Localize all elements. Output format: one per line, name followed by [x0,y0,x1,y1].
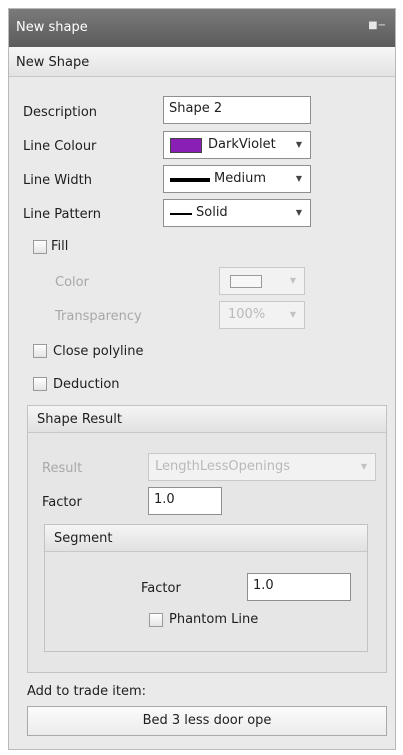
transparency-value: 100% [228,307,266,322]
description-input[interactable]: Shape 2 [163,96,311,124]
fill-color-swatch [230,275,262,288]
phantom-line-checkbox[interactable] [149,613,163,627]
fill-checkbox[interactable] [33,240,47,254]
result-select[interactable]: LengthLessOpenings ▼ [148,453,376,481]
factor-input[interactable]: 1.0 [148,487,222,515]
fill-color-select[interactable]: ▼ [219,267,305,295]
panel-titlebar: New shape ■− [9,9,395,47]
chevron-down-icon: ▼ [360,462,367,471]
section-header: New Shape [9,47,395,77]
add-to-trade-label: Add to trade item: [27,684,147,699]
color-label: Color [55,275,89,290]
factor-value: 1.0 [154,492,175,507]
panel-title: New shape [16,20,88,35]
shape-result-title: Shape Result [37,412,123,427]
line-colour-label: Line Colour [23,139,97,154]
chevron-down-icon: ▼ [295,208,302,217]
chevron-down-icon: ▼ [295,140,302,149]
transparency-select[interactable]: 100% ▼ [219,301,305,329]
line-width-value: Medium [214,171,266,186]
factor-label: Factor [42,495,82,510]
line-width-preview [170,178,210,182]
line-pattern-value: Solid [196,205,228,220]
line-colour-select[interactable]: DarkViolet ▼ [163,131,311,159]
chevron-down-icon: ▼ [295,174,302,183]
line-pattern-preview [170,213,192,215]
description-value: Shape 2 [169,101,223,116]
segment-title: Segment [54,531,113,546]
close-polyline-label: Close polyline [53,344,144,359]
chevron-down-icon: ▼ [289,276,296,285]
transparency-label: Transparency [55,309,142,324]
new-shape-panel: New shape ■− New Shape Description Shape… [8,8,396,750]
line-width-label: Line Width [23,173,92,188]
fill-label: Fill [51,239,69,254]
segment-factor-value: 1.0 [253,578,274,593]
segment-factor-label: Factor [141,581,181,596]
segment-header: Segment [45,525,367,552]
chevron-down-icon: ▼ [289,310,296,319]
section-title: New Shape [16,55,90,70]
pin-icon[interactable]: ■− [368,20,386,31]
trade-item-button[interactable]: Bed 3 less door ope [27,706,387,736]
deduction-checkbox[interactable] [33,377,47,391]
result-label: Result [42,461,83,476]
shape-result-header: Shape Result [28,406,386,433]
line-pattern-label: Line Pattern [23,207,101,222]
description-label: Description [23,105,98,120]
result-value: LengthLessOpenings [155,459,290,474]
line-pattern-select[interactable]: Solid ▼ [163,199,311,227]
deduction-label: Deduction [53,377,120,392]
phantom-line-label: Phantom Line [169,612,259,627]
shape-result-group: Shape Result Result LengthLessOpenings ▼… [27,405,387,673]
segment-group: Segment Factor 1.0 Phantom Line [44,524,368,652]
line-colour-value: DarkViolet [208,137,276,152]
close-polyline-checkbox[interactable] [33,344,47,358]
segment-factor-input[interactable]: 1.0 [247,573,351,601]
colour-swatch [170,138,202,153]
line-width-select[interactable]: Medium ▼ [163,165,311,193]
